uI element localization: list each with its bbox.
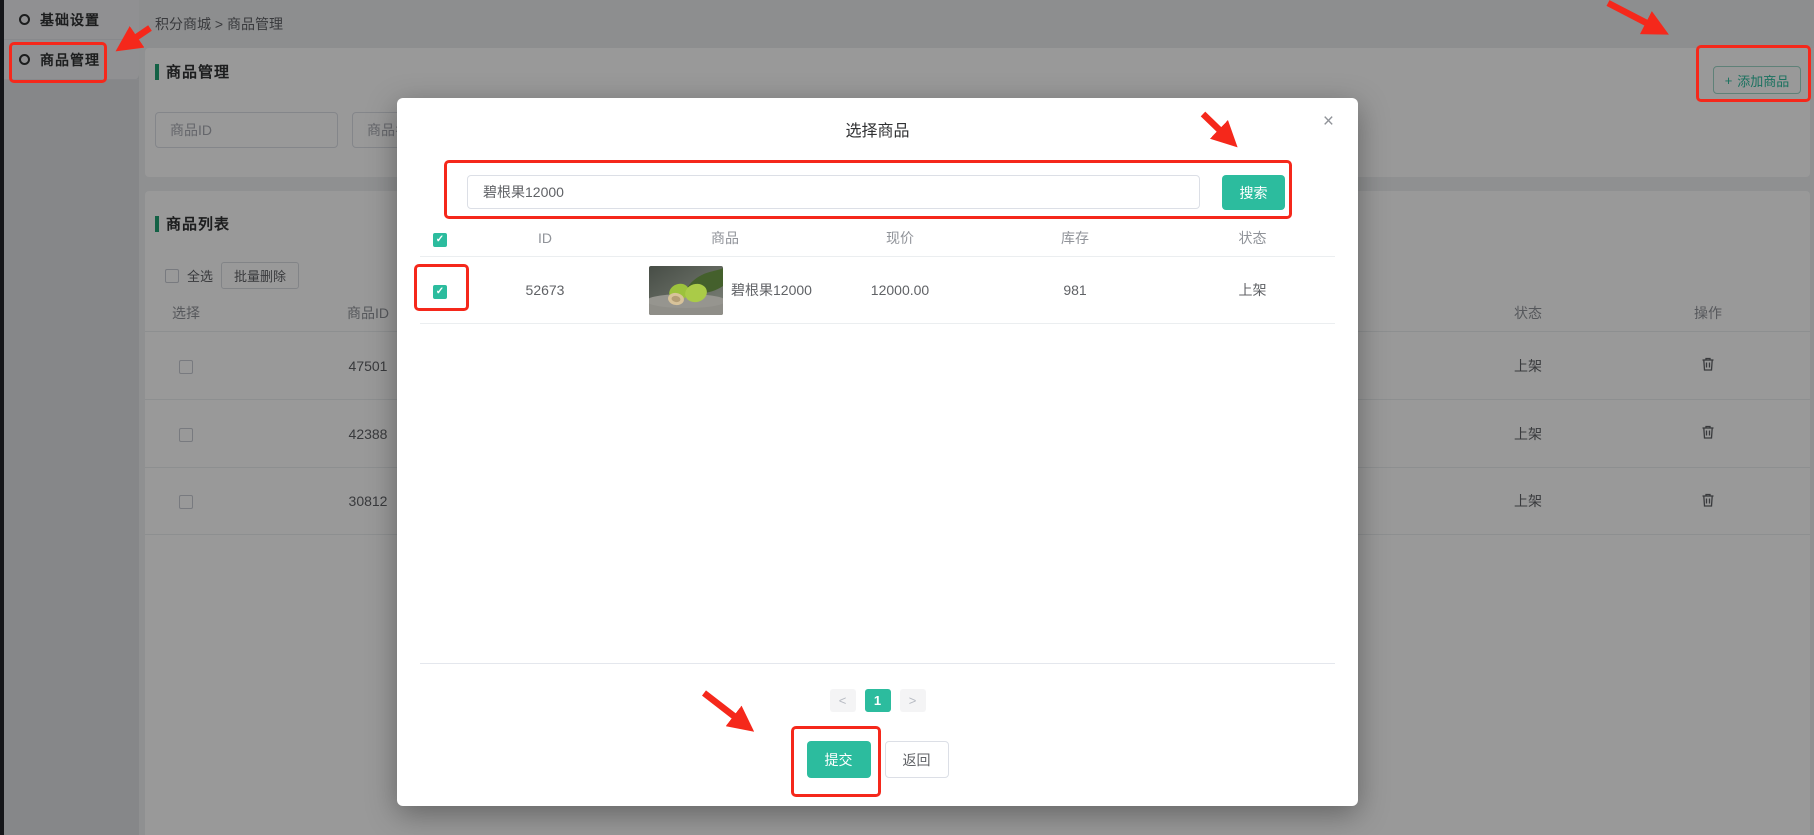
product-name: 碧根果12000 [731,280,812,300]
col-product: 商品 [630,228,820,248]
back-button[interactable]: 返回 [885,741,949,778]
cell-product: 碧根果12000 [630,266,820,315]
cell-status: 上架 [1170,280,1335,300]
cell-id: 52673 [460,282,630,298]
pagination: < 1 > [397,689,1358,712]
product-image [649,266,723,315]
pagination-page-1[interactable]: 1 [865,689,891,712]
col-id: ID [460,230,630,246]
modal-actions: 提交 返回 [397,741,1358,778]
app-root: 基础设置 商品管理 积分商城 > 商品管理 商品管理 + 添加商品 商品列表 [0,0,1814,835]
modal-table-header: ID 商品 现价 库存 状态 [420,220,1335,256]
col-stock: 库存 [980,228,1170,248]
close-icon[interactable]: × [1323,112,1334,131]
col-status: 状态 [1170,228,1335,248]
pagination-next-button[interactable]: > [900,689,926,712]
modal-row-checkbox[interactable] [433,285,447,299]
modal-search-button[interactable]: 搜索 [1222,175,1285,210]
pagination-prev-button[interactable]: < [830,689,856,712]
modal-footer-divider [420,663,1335,664]
modal-title: 选择商品 [397,117,1358,141]
submit-button[interactable]: 提交 [807,741,871,778]
modal-table-row: 52673 [420,256,1335,324]
modal-search-input[interactable] [467,175,1200,209]
cell-stock: 981 [980,282,1170,298]
select-product-modal: 选择商品 × 搜索 ID 商品 现价 库存 状态 52673 [397,98,1358,806]
col-price: 现价 [820,228,980,248]
cell-price: 12000.00 [820,282,980,298]
modal-table: ID 商品 现价 库存 状态 52673 [420,220,1335,324]
modal-select-all-checkbox[interactable] [433,233,447,247]
